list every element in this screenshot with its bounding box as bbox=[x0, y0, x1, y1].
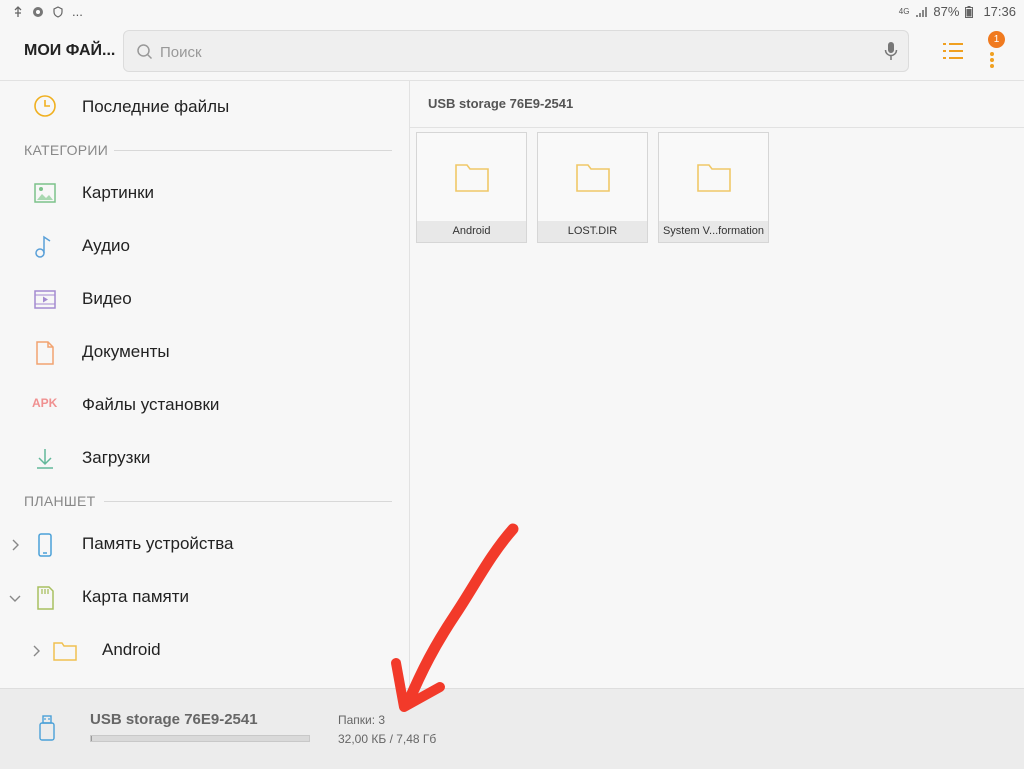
more-notifications: ... bbox=[72, 4, 83, 19]
sidebar-item-images[interactable]: Картинки bbox=[0, 169, 409, 217]
battery-icon bbox=[965, 5, 977, 18]
sidebar-item-documents[interactable]: Документы bbox=[0, 328, 409, 376]
storage-usage-bar bbox=[90, 735, 310, 742]
search-input[interactable] bbox=[158, 39, 862, 65]
search-bar[interactable] bbox=[123, 30, 909, 72]
storage-name: USB storage 76E9-2541 bbox=[90, 711, 258, 728]
folder-name: LOST.DIR bbox=[538, 221, 647, 242]
sidebar-item-label: Память устройства bbox=[82, 534, 234, 553]
sidebar-item-label: Android bbox=[102, 640, 161, 659]
usb-icon bbox=[12, 5, 24, 18]
app-toolbar: МОИ ФАЙ... 1 bbox=[0, 24, 1024, 81]
divider bbox=[104, 501, 392, 502]
search-icon bbox=[136, 43, 154, 66]
sidebar-item-audio[interactable]: Аудио bbox=[0, 222, 409, 270]
image-icon bbox=[32, 181, 58, 207]
microphone-icon[interactable] bbox=[884, 41, 898, 66]
sidebar-item-label: Документы bbox=[82, 342, 170, 361]
app-title: МОИ ФАЙ... bbox=[24, 42, 116, 59]
sd-card-icon bbox=[32, 585, 58, 611]
clock: 17:36 bbox=[983, 4, 1016, 19]
folder-count: Папки: 3 bbox=[338, 713, 386, 727]
folder-icon bbox=[52, 638, 78, 664]
folder-tile[interactable]: System V...formation bbox=[658, 132, 769, 243]
divider bbox=[114, 150, 392, 151]
storage-usage-fill bbox=[91, 736, 92, 741]
apk-icon: APK bbox=[32, 396, 58, 410]
chevron-right-icon[interactable] bbox=[30, 644, 42, 657]
tablet-header: ПЛАНШЕТ bbox=[24, 493, 96, 509]
chevron-down-icon[interactable] bbox=[9, 591, 21, 603]
video-icon bbox=[32, 287, 58, 313]
chevron-right-icon[interactable] bbox=[9, 538, 21, 551]
sidebar-item-recent[interactable]: Последние файлы bbox=[0, 83, 409, 131]
folder-icon bbox=[454, 161, 490, 198]
folder-icon bbox=[696, 161, 732, 198]
breadcrumb[interactable]: USB storage 76E9-2541 bbox=[428, 96, 573, 111]
folder-icon bbox=[575, 161, 611, 198]
signal-icon bbox=[915, 6, 928, 18]
phone-icon bbox=[32, 532, 58, 558]
sidebar-item-video[interactable]: Видео bbox=[0, 275, 409, 323]
folder-name: Android bbox=[417, 221, 526, 242]
storage-usage-text: 32,00 КБ / 7,48 Гб bbox=[338, 732, 437, 746]
sidebar-item-installers[interactable]: APK Файлы установки bbox=[0, 381, 409, 429]
sidebar-item-label: Картинки bbox=[82, 183, 155, 202]
sidebar-item-memory-card[interactable]: Карта памяти bbox=[0, 573, 409, 621]
download-icon bbox=[32, 446, 58, 472]
sidebar-item-label: Видео bbox=[82, 289, 132, 308]
sidebar-item-label: Файлы установки bbox=[82, 395, 220, 414]
divider bbox=[410, 127, 1024, 128]
sidebar-item-label: Загрузки bbox=[82, 448, 151, 467]
status-bar: ... 4G 87% 17:36 bbox=[0, 0, 1024, 24]
sidebar-item-device-storage[interactable]: Память устройства bbox=[0, 520, 409, 568]
list-view-icon[interactable] bbox=[942, 40, 964, 62]
sidebar-subitem-android[interactable]: Android bbox=[0, 626, 409, 674]
folder-tile[interactable]: Android bbox=[416, 132, 527, 243]
document-icon bbox=[32, 340, 58, 366]
shield-icon bbox=[52, 5, 64, 18]
notification-badge: 1 bbox=[988, 31, 1005, 48]
sidebar-item-label: Карта памяти bbox=[82, 587, 190, 606]
sidebar-item-label: Последние файлы bbox=[82, 97, 230, 116]
battery-level: 87% bbox=[933, 4, 960, 19]
usb-drive-icon bbox=[38, 715, 56, 746]
annotation-arrow bbox=[391, 523, 519, 712]
clock-icon bbox=[32, 95, 58, 121]
folder-name: System V...formation bbox=[659, 221, 768, 242]
music-note-icon bbox=[32, 234, 58, 260]
chrome-icon bbox=[32, 6, 44, 18]
network-type: 4G bbox=[898, 7, 910, 16]
categories-header: КАТЕГОРИИ bbox=[24, 142, 109, 158]
sidebar-item-label: Аудио bbox=[82, 236, 130, 255]
folder-tile[interactable]: LOST.DIR bbox=[537, 132, 648, 243]
navigation-sidebar: Последние файлы КАТЕГОРИИ Картинки Аудио… bbox=[0, 81, 410, 687]
sidebar-item-downloads[interactable]: Загрузки bbox=[0, 434, 409, 482]
